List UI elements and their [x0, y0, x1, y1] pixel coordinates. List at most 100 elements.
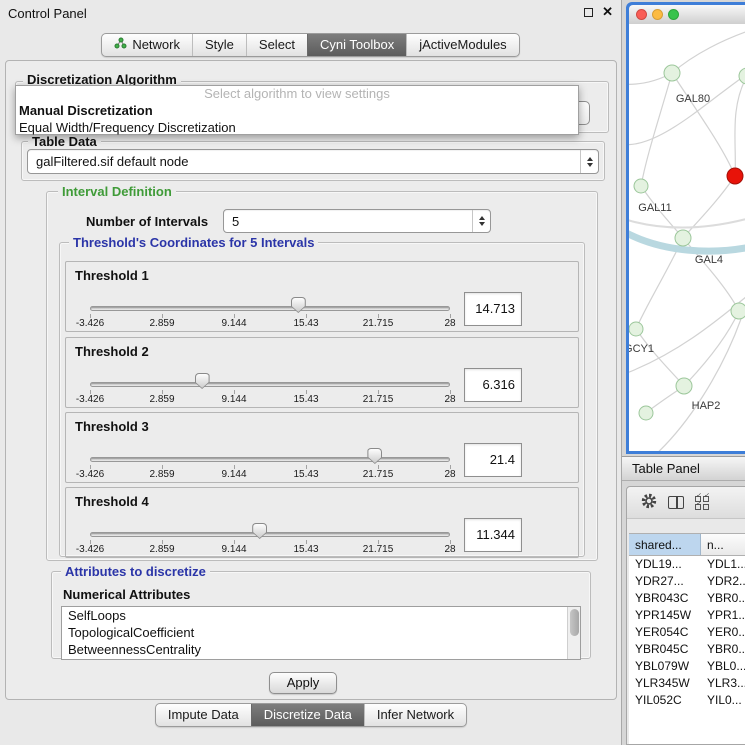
- network-node[interactable]: [664, 65, 680, 81]
- column-header-shared-name[interactable]: shared...: [629, 534, 701, 555]
- network-node[interactable]: [675, 230, 691, 246]
- table-data-combobox[interactable]: galFiltered.sif default node: [27, 149, 599, 174]
- combo-stepper-icon: [580, 150, 598, 173]
- attribute-item[interactable]: SelfLoops: [62, 607, 580, 624]
- tab-infer-network[interactable]: Infer Network: [364, 704, 466, 726]
- tab-select[interactable]: Select: [246, 34, 307, 56]
- tick-label: 9.144: [221, 469, 246, 480]
- network-graph: GAL80GAL11GAL4GCY1HAP2: [629, 24, 745, 451]
- select-columns-icon[interactable]: [694, 495, 712, 511]
- column-header-name[interactable]: n...: [701, 534, 745, 555]
- threshold-value-input[interactable]: 6.316: [464, 368, 522, 402]
- network-edge[interactable]: [654, 319, 741, 451]
- attributes-group-label: Attributes to discretize: [61, 564, 210, 579]
- tab-label: jActiveModules: [419, 37, 506, 53]
- network-window-titlebar[interactable]: [629, 5, 745, 24]
- right-region: GAL80GAL11GAL4GCY1HAP2 Table Panel share…: [622, 0, 745, 745]
- network-canvas[interactable]: GAL80GAL11GAL4GCY1HAP2: [629, 24, 745, 451]
- list-scrollbar[interactable]: [567, 607, 580, 659]
- threshold-value-input[interactable]: 11.344: [464, 518, 522, 552]
- network-node[interactable]: [639, 406, 653, 420]
- numerical-attributes-label: Numerical Attributes: [63, 587, 190, 602]
- tick-label: 21.715: [363, 318, 394, 329]
- network-edge[interactable]: [672, 73, 735, 176]
- table-row[interactable]: YBR045CYBR0...: [629, 641, 745, 658]
- node-label: GAL11: [638, 202, 671, 214]
- window-zoom-button[interactable]: [668, 9, 679, 20]
- network-edge[interactable]: [683, 176, 735, 238]
- threshold-panel-2: Threshold 2 -3.4262.8599.14415.4321.7152…: [65, 337, 579, 408]
- apply-button[interactable]: Apply: [269, 672, 337, 694]
- tab-jactivemodules[interactable]: jActiveModules: [406, 34, 518, 56]
- tick-label: 2.859: [149, 544, 174, 555]
- table-cell: YBR045C: [629, 641, 701, 658]
- tick-label: 21.715: [363, 544, 394, 555]
- network-edge[interactable]: [641, 73, 672, 186]
- slider-track[interactable]: [90, 382, 450, 387]
- window-close-button[interactable]: [636, 9, 647, 20]
- number-of-intervals-label: Number of Intervals: [86, 214, 208, 229]
- table-row[interactable]: YBL079WYBL0...: [629, 658, 745, 675]
- table-data-value: galFiltered.sif default node: [28, 154, 580, 169]
- table-row[interactable]: YIL052CYIL0...: [629, 692, 745, 709]
- table-cell: YER054C: [629, 624, 701, 641]
- table-row[interactable]: YLR345WYLR3...: [629, 675, 745, 692]
- node-label: GAL4: [695, 254, 723, 266]
- table-cell: YLR3...: [701, 675, 745, 692]
- tick-label: -3.426: [76, 394, 104, 405]
- tick-label: 2.859: [149, 469, 174, 480]
- tab-style[interactable]: Style: [192, 34, 246, 56]
- gear-icon[interactable]: [640, 492, 658, 513]
- algorithm-option[interactable]: Manual Discretization: [16, 102, 578, 119]
- top-tab-bar: Network Style Select Cyni Toolbox jActiv…: [101, 33, 519, 57]
- tab-network[interactable]: Network: [102, 34, 192, 56]
- table-row[interactable]: YBR043CYBR0...: [629, 590, 745, 607]
- tab-cyni-toolbox[interactable]: Cyni Toolbox: [307, 34, 406, 56]
- close-panel-icon[interactable]: ✕: [602, 7, 613, 17]
- network-edge[interactable]: [735, 76, 745, 176]
- network-node[interactable]: [739, 68, 745, 84]
- window-minimize-button[interactable]: [652, 9, 663, 20]
- network-edge[interactable]: [684, 311, 739, 386]
- table-row[interactable]: YDR27...YDR2...: [629, 573, 745, 590]
- node-label: GAL80: [676, 93, 710, 105]
- network-node[interactable]: [629, 322, 643, 336]
- threshold-value-input[interactable]: 21.4: [464, 443, 522, 477]
- network-edge[interactable]: [629, 66, 745, 145]
- network-edge[interactable]: [629, 214, 745, 228]
- combo-stepper-icon: [472, 210, 490, 232]
- interval-definition-group-label: Interval Definition: [58, 184, 176, 199]
- table-row[interactable]: YPR145WYPR1...: [629, 607, 745, 624]
- table-panel-header[interactable]: Table Panel: [622, 456, 745, 481]
- tab-impute-data[interactable]: Impute Data: [156, 704, 251, 726]
- tick-label: 21.715: [363, 469, 394, 480]
- table-data-group-label: Table Data: [28, 134, 101, 149]
- algorithm-option[interactable]: Equal Width/Frequency Discretization: [16, 119, 578, 136]
- show-columns-icon[interactable]: [668, 496, 684, 509]
- slider-track[interactable]: [90, 306, 450, 311]
- number-of-intervals-combobox[interactable]: 5: [223, 209, 491, 233]
- float-panel-icon[interactable]: [584, 8, 593, 17]
- slider-track[interactable]: [90, 457, 450, 462]
- attribute-item[interactable]: TopologicalCoefficient: [62, 624, 580, 641]
- table-row[interactable]: YDL19...YDL1...: [629, 556, 745, 573]
- threshold-panel-4: Threshold 4 -3.4262.8599.14415.4321.7152…: [65, 487, 579, 558]
- table-row[interactable]: YER054CYER0...: [629, 624, 745, 641]
- tick-label: 9.144: [221, 318, 246, 329]
- network-node[interactable]: [634, 179, 648, 193]
- selected-node[interactable]: [727, 168, 743, 184]
- numerical-attributes-list[interactable]: SelfLoopsTopologicalCoefficientBetweenne…: [61, 606, 581, 660]
- network-node[interactable]: [731, 303, 745, 319]
- slider-track[interactable]: [90, 532, 450, 537]
- table-cell: YPR1...: [701, 607, 745, 624]
- table-cell: YIL0...: [701, 692, 745, 709]
- threshold-value-input[interactable]: 14.713: [464, 292, 522, 326]
- table-body: YDL19...YDL1...YDR27...YDR2...YBR043CYBR…: [629, 556, 745, 744]
- thresholds-group-label: Threshold's Coordinates for 5 Intervals: [69, 235, 318, 250]
- network-node[interactable]: [676, 378, 692, 394]
- attribute-item[interactable]: BetweennessCentrality: [62, 641, 580, 658]
- scrollbar-thumb[interactable]: [570, 609, 579, 636]
- network-edge[interactable]: [672, 29, 745, 73]
- tick-label: -3.426: [76, 544, 104, 555]
- tab-discretize-data[interactable]: Discretize Data: [251, 704, 364, 726]
